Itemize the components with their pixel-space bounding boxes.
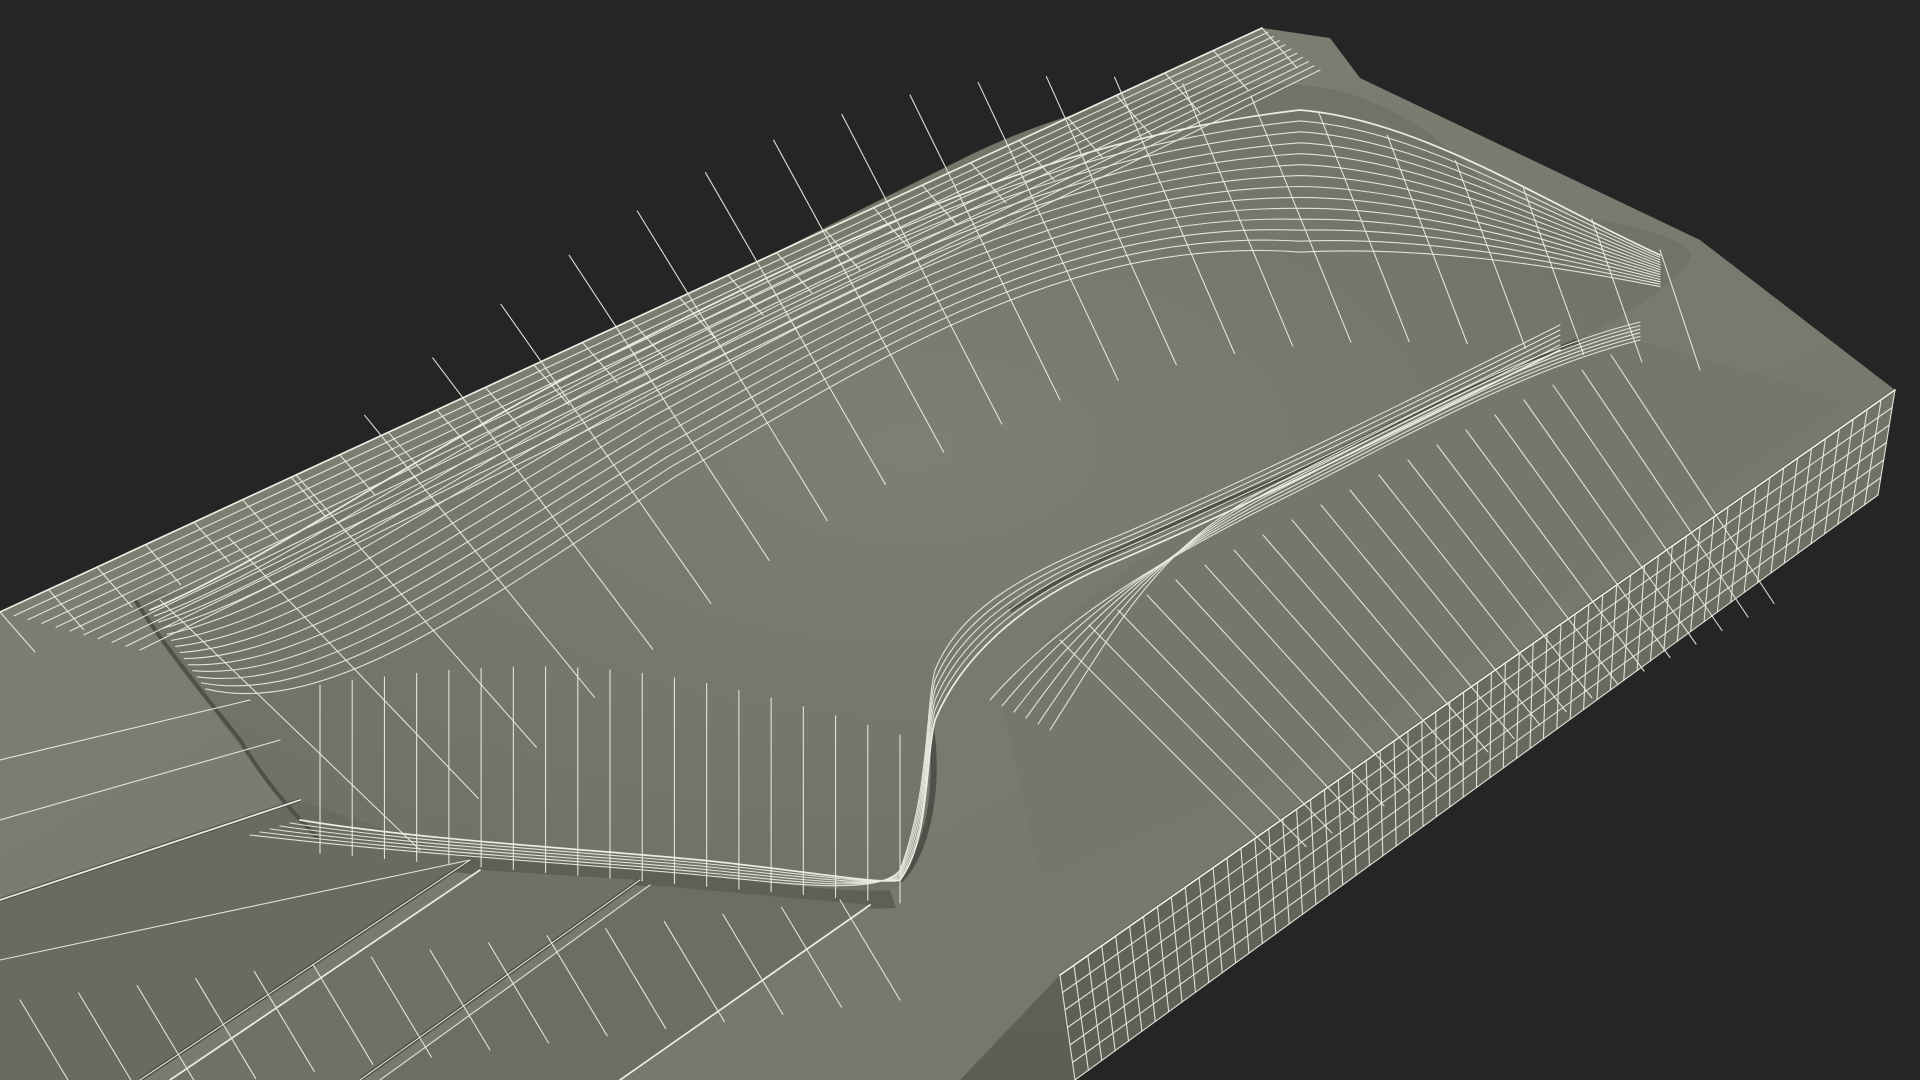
- 3d-viewport[interactable]: [0, 0, 1920, 1080]
- wireframe-model-render: [0, 27, 1896, 1080]
